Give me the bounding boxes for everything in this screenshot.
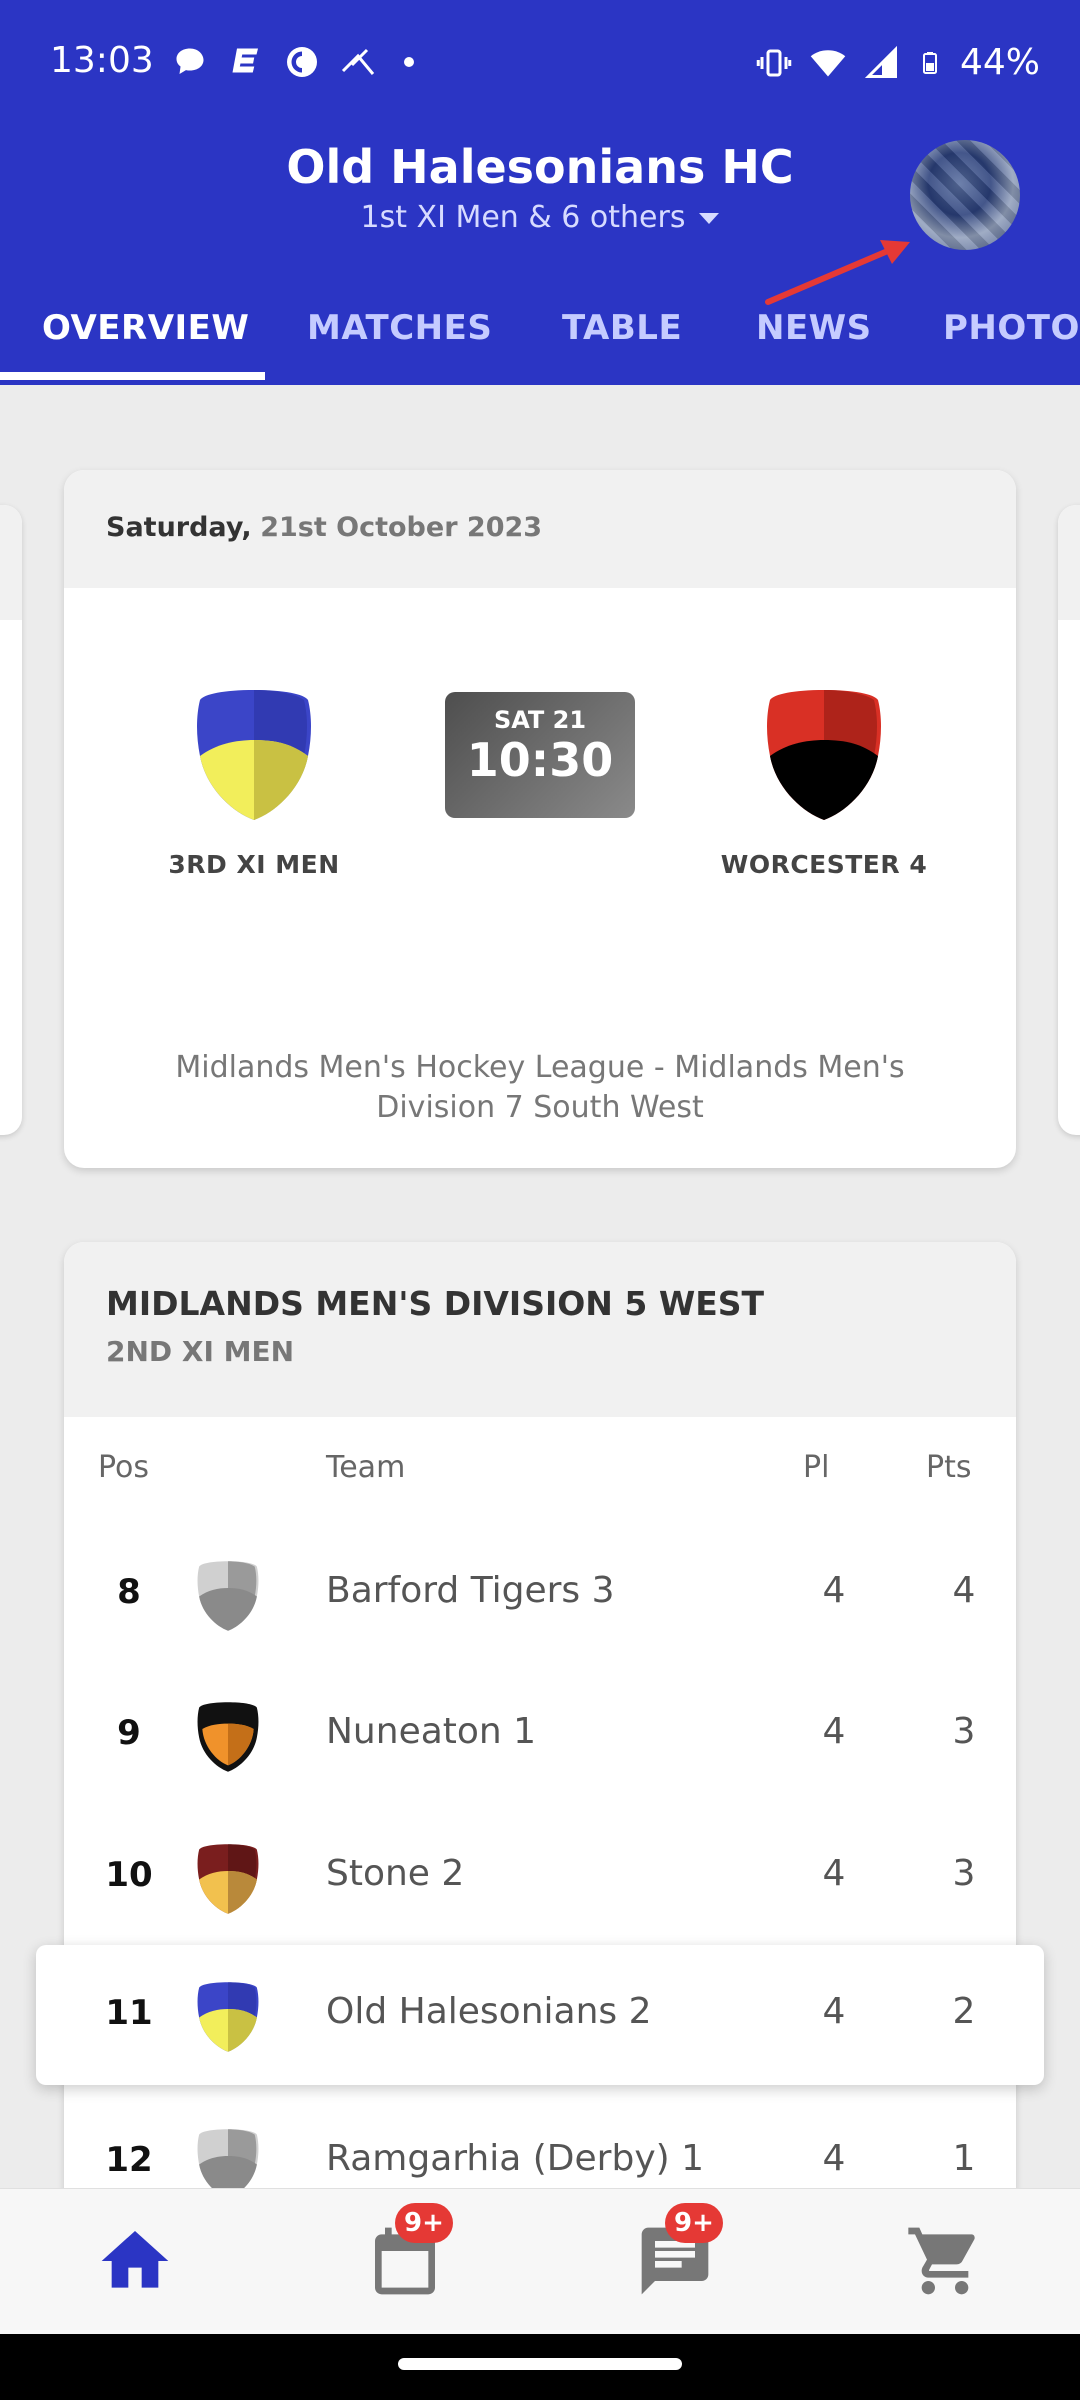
home-gesture-pill[interactable] (398, 2358, 682, 2370)
column-header-points: Pts (926, 1450, 972, 1485)
status-time: 13:03 (50, 40, 154, 81)
cart-icon (908, 2227, 975, 2295)
row-points: 3 (952, 1711, 976, 1752)
column-header-team: Team (326, 1450, 406, 1485)
row-position: 10 (105, 1855, 153, 1895)
home-team-crest-icon (197, 690, 311, 820)
wifi-icon (810, 49, 846, 76)
row-position: 11 (105, 1993, 153, 2033)
tab-photos[interactable]: PHOTOS (943, 308, 1080, 348)
chat-bubble-icon (176, 48, 204, 74)
tab-table[interactable]: TABLE (562, 308, 682, 348)
battery-icon (922, 51, 937, 74)
calendar-badge: 9+ (395, 2203, 453, 2243)
column-header-pos: Pos (98, 1450, 150, 1485)
row-played: 4 (822, 1991, 846, 2032)
home-icon (101, 2231, 169, 2288)
row-team-name: Stone 2 (326, 1853, 465, 1894)
previous-fixture-card[interactable] (0, 505, 22, 1135)
nav-shop-button[interactable] (905, 2221, 985, 2301)
system-icons: 44% (756, 42, 1040, 83)
nav-messages-button[interactable]: 9+ (635, 2203, 723, 2301)
notification-icons (172, 44, 414, 80)
fixture-competition: Midlands Men's Hockey League - Midlands … (175, 1050, 905, 1125)
kickoff-time-box: SAT 21 10:30 (445, 692, 635, 818)
nav-calendar-button[interactable]: 9+ (365, 2203, 453, 2301)
fixture-date: 21st October 2023 (260, 512, 543, 543)
away-team-crest-icon (767, 690, 881, 820)
status-bar: 13:03 44% (0, 0, 1080, 130)
team-crest-icon (197, 1561, 259, 1631)
table-row[interactable]: 11 Old Halesonians 2 4 2 (64, 1945, 1016, 2085)
bird-icon (341, 48, 375, 75)
globe-icon (287, 47, 317, 77)
tab-matches[interactable]: MATCHES (307, 308, 492, 348)
dropdown-caret-icon (699, 213, 720, 224)
row-played: 4 (822, 1853, 846, 1894)
home-team-name: 3RD XI MEN (168, 850, 340, 879)
tab-bar: OVERVIEW MATCHES TABLE NEWS PHOTOS (0, 280, 1080, 385)
away-team-name: WORCESTER 4 (720, 850, 928, 879)
bottom-navigation: 9+ 9+ (0, 2188, 1080, 2334)
row-team-name: Old Halesonians 2 (326, 1991, 652, 2032)
team-selector-label: 1st XI Men & 6 others (360, 200, 686, 235)
row-team-name: Barford Tigers 3 (326, 1570, 615, 1611)
division-team: 2ND XI MEN (106, 1335, 295, 1368)
row-points: 1 (952, 2138, 976, 2179)
row-points: 4 (952, 1570, 976, 1611)
fixture-card[interactable]: Saturday, 21st October 2023 3RD XI MEN S… (64, 470, 1016, 1168)
next-fixture-card[interactable] (1058, 505, 1080, 1135)
team-crest-icon (197, 1702, 259, 1772)
row-points: 2 (952, 1991, 976, 2032)
highlighted-team-row[interactable]: 11 Old Halesonians 2 4 2 (36, 1945, 1044, 2085)
row-team-name: Ramgarhia (Derby) 1 (326, 2138, 705, 2179)
system-navigation-bar (0, 2334, 1080, 2400)
row-position: 12 (105, 2140, 153, 2180)
more-notifications-dot-icon (404, 57, 414, 67)
app-e-icon (232, 48, 258, 73)
table-row[interactable]: 8 Barford Tigers 3 4 4 (64, 1524, 1016, 1664)
row-points: 3 (952, 1853, 976, 1894)
app-header: Old Halesonians HC 1st XI Men & 6 others… (0, 130, 1080, 385)
messages-badge: 9+ (665, 2203, 723, 2243)
kickoff-day: SAT 21 (493, 706, 587, 734)
team-crest-icon (197, 1844, 259, 1914)
tab-news[interactable]: NEWS (756, 308, 872, 348)
fixture-day: Saturday, (106, 512, 252, 543)
league-table-card[interactable]: MIDLANDS MEN'S DIVISION 5 WEST 2ND XI ME… (64, 1242, 1016, 2242)
profile-avatar[interactable] (910, 140, 1020, 250)
row-position: 9 (117, 1713, 141, 1753)
table-row[interactable]: 9 Nuneaton 1 4 3 (64, 1665, 1016, 1805)
signal-icon (864, 45, 897, 78)
team-crest-icon (197, 1982, 259, 2052)
kickoff-time: 10:30 (466, 733, 614, 787)
league-table-header: MIDLANDS MEN'S DIVISION 5 WEST 2ND XI ME… (64, 1242, 1016, 1417)
fixture-date-header: Saturday, 21st October 2023 (64, 470, 1016, 588)
table-row[interactable]: 10 Stone 2 4 3 (64, 1807, 1016, 1947)
nav-home-button[interactable] (95, 2221, 175, 2301)
tab-overview[interactable]: OVERVIEW (42, 308, 249, 348)
row-played: 4 (822, 1711, 846, 1752)
row-played: 4 (822, 2138, 846, 2179)
division-title: MIDLANDS MEN'S DIVISION 5 WEST (106, 1284, 765, 1323)
row-position: 8 (117, 1572, 141, 1612)
vibrate-icon (756, 49, 792, 76)
battery-percentage: 44% (959, 42, 1040, 83)
row-team-name: Nuneaton 1 (326, 1711, 537, 1752)
column-header-played: Pl (803, 1450, 830, 1485)
row-played: 4 (822, 1570, 846, 1611)
active-tab-indicator (0, 372, 265, 380)
